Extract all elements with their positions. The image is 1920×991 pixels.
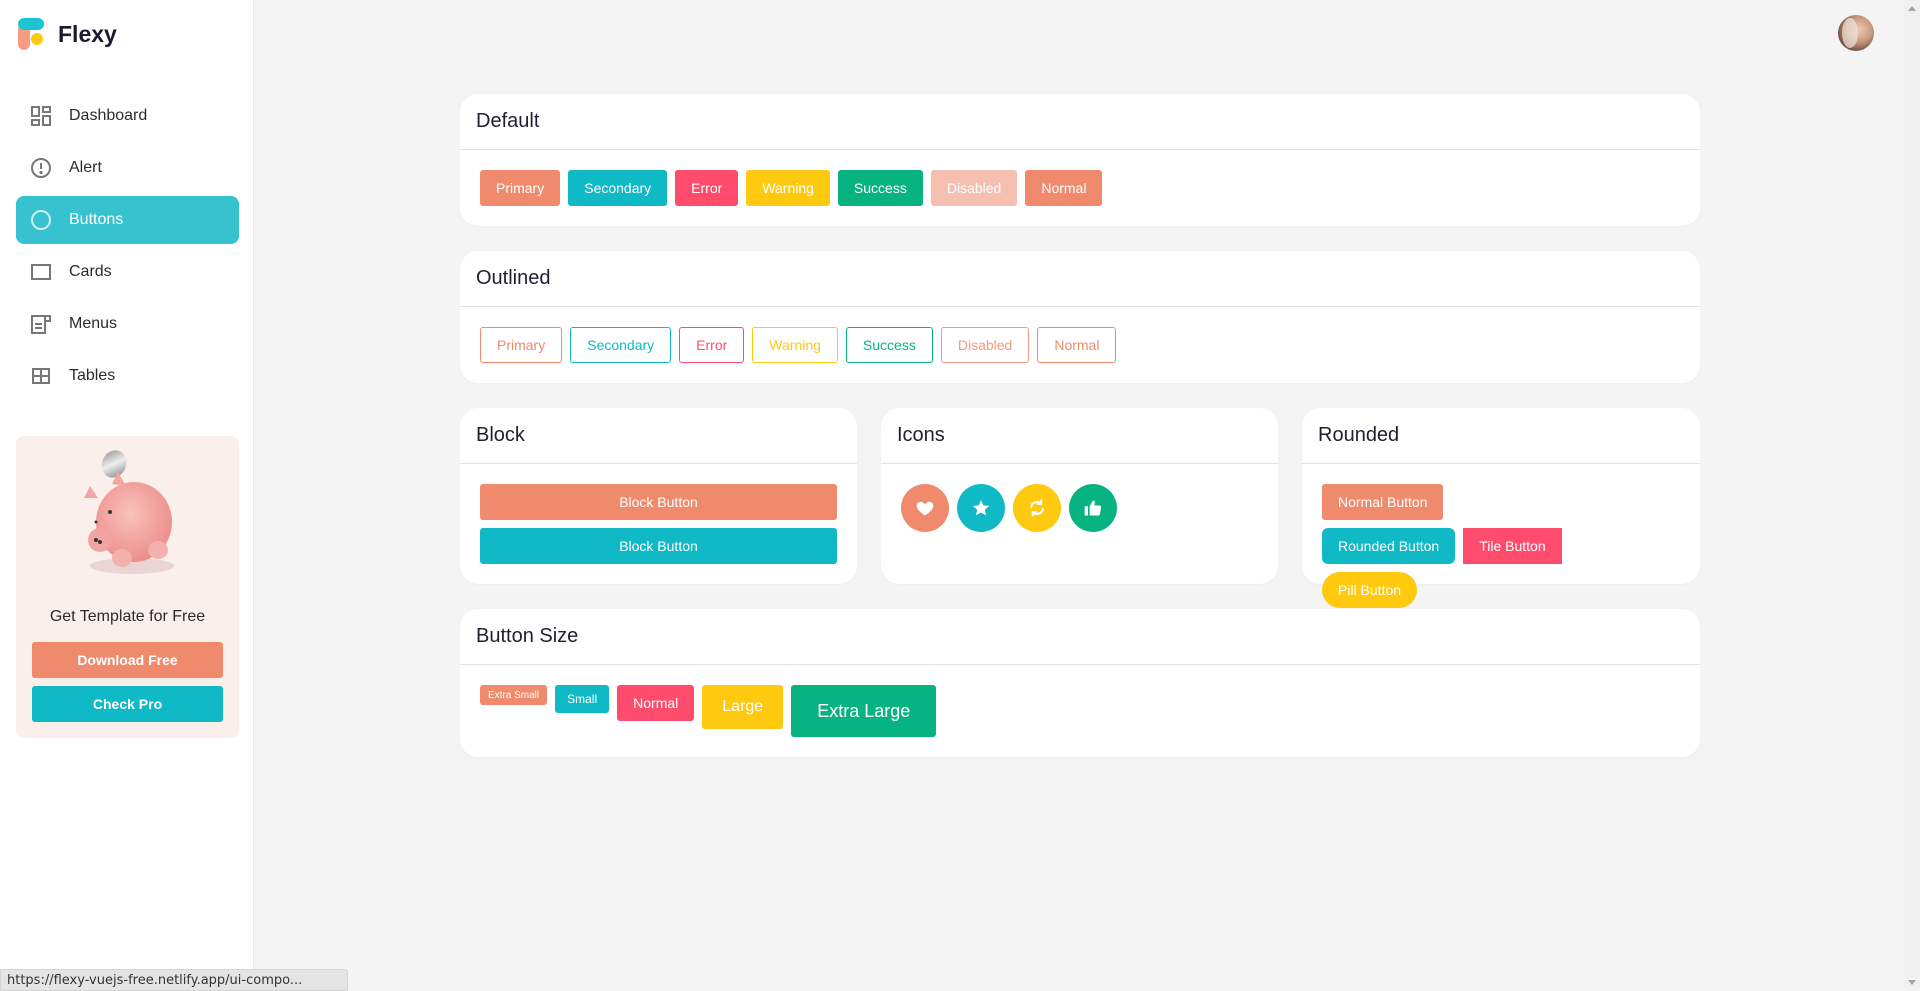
small-button[interactable]: Small (555, 685, 610, 713)
success-button[interactable]: Success (837, 170, 923, 206)
circle-icon (30, 209, 52, 231)
pill-button[interactable]: Pill Button (1322, 572, 1418, 608)
scroll-down-arrow-icon[interactable] (1908, 980, 1916, 985)
sidebar-item-menus[interactable]: Menus (16, 300, 239, 348)
sidebar-item-label: Tables (69, 367, 116, 384)
sidebar-item-label: Buttons (69, 211, 124, 228)
flexy-logo-icon (18, 18, 46, 50)
check-pro-button[interactable]: Check Pro (32, 686, 223, 722)
piggy-bank-illustration (84, 450, 174, 574)
heart-button[interactable] (901, 484, 949, 532)
card-icon (30, 261, 52, 283)
block-primary-button[interactable]: Block Button (480, 484, 837, 520)
dashboard-icon (30, 105, 52, 127)
normal-button[interactable]: Normal (1025, 170, 1103, 206)
secondary-button[interactable]: Secondary (568, 170, 668, 206)
outlined-buttons-card: Outlined Primary Secondary Error Warning… (460, 251, 1700, 383)
normal-size-button[interactable]: Normal (617, 685, 695, 721)
sidebar-item-label: Cards (69, 263, 112, 280)
brand-name: Flexy (58, 20, 117, 47)
sidebar: Flexy Dashboard Alert Buttons Cards Menu… (0, 0, 254, 991)
default-buttons-card: Default Primary Secondary Error Warning … (460, 94, 1700, 226)
normal-rounded-button[interactable]: Normal Button (1322, 484, 1444, 520)
card-title: Default (460, 94, 1700, 150)
block-buttons-card: Block Block Button Block Button (460, 408, 857, 584)
thumbs-up-button[interactable] (1069, 484, 1117, 532)
button-size-card: Button Size Extra Small Small Normal Lar… (460, 609, 1700, 757)
sidebar-item-tables[interactable]: Tables (16, 352, 239, 400)
sidebar-item-dashboard[interactable]: Dashboard (16, 92, 239, 140)
sidebar-item-cards[interactable]: Cards (16, 248, 239, 296)
scroll-up-arrow-icon[interactable] (1908, 6, 1916, 11)
block-secondary-button[interactable]: Block Button (480, 528, 837, 564)
card-title: Rounded (1302, 408, 1700, 464)
rounded-buttons-card: Rounded Normal Button Rounded Button Til… (1302, 408, 1700, 608)
star-button[interactable] (957, 484, 1005, 532)
card-title: Icons (881, 408, 1278, 464)
outlined-warning-button[interactable]: Warning (752, 327, 838, 363)
outlined-normal-button[interactable]: Normal (1037, 327, 1117, 363)
extra-large-button[interactable]: Extra Large (791, 685, 937, 737)
browser-status-bar: https://flexy-vuejs-free.netlify.app/ui-… (0, 969, 348, 991)
extra-small-button[interactable]: Extra Small (480, 685, 548, 705)
icon-buttons-card: Icons (881, 408, 1278, 584)
table-icon (30, 365, 52, 387)
disabled-button: Disabled (930, 170, 1018, 206)
sidebar-item-buttons[interactable]: Buttons (16, 196, 239, 244)
outlined-disabled-button: Disabled (940, 327, 1030, 363)
heart-icon (916, 501, 934, 516)
card-title: Block (460, 408, 857, 464)
large-button[interactable]: Large (702, 685, 784, 729)
promo-text: Get Template for Free (49, 608, 206, 625)
outlined-error-button[interactable]: Error (679, 327, 745, 363)
sidebar-item-alert[interactable]: Alert (16, 144, 239, 192)
sidebar-nav: Dashboard Alert Buttons Cards Menus Tabl… (16, 92, 239, 404)
sidebar-item-label: Menus (69, 315, 118, 332)
outlined-success-button[interactable]: Success (845, 327, 933, 363)
card-title: Outlined (460, 251, 1700, 307)
outlined-secondary-button[interactable]: Secondary (570, 327, 672, 363)
brand[interactable]: Flexy (18, 18, 117, 50)
menu-icon (30, 313, 52, 335)
sidebar-item-label: Alert (69, 159, 102, 176)
thumbs-up-icon (1084, 500, 1102, 516)
warning-button[interactable]: Warning (746, 170, 830, 206)
outlined-primary-button[interactable]: Primary (480, 327, 563, 363)
rounded-button[interactable]: Rounded Button (1322, 528, 1456, 564)
user-avatar[interactable] (1838, 15, 1874, 51)
star-icon (972, 500, 990, 516)
sidebar-item-label: Dashboard (69, 107, 148, 124)
alert-circle-icon (30, 157, 52, 179)
refresh-icon (1030, 499, 1044, 517)
page-scrollbar[interactable] (1904, 0, 1920, 991)
primary-button[interactable]: Primary (480, 170, 561, 206)
error-button[interactable]: Error (675, 170, 739, 206)
tile-button[interactable]: Tile Button (1463, 528, 1562, 564)
card-title: Button Size (460, 609, 1700, 665)
download-free-button[interactable]: Download Free (32, 642, 223, 678)
refresh-button[interactable] (1013, 484, 1061, 532)
promo-card: Get Template for Free Download Free Chec… (16, 436, 239, 738)
